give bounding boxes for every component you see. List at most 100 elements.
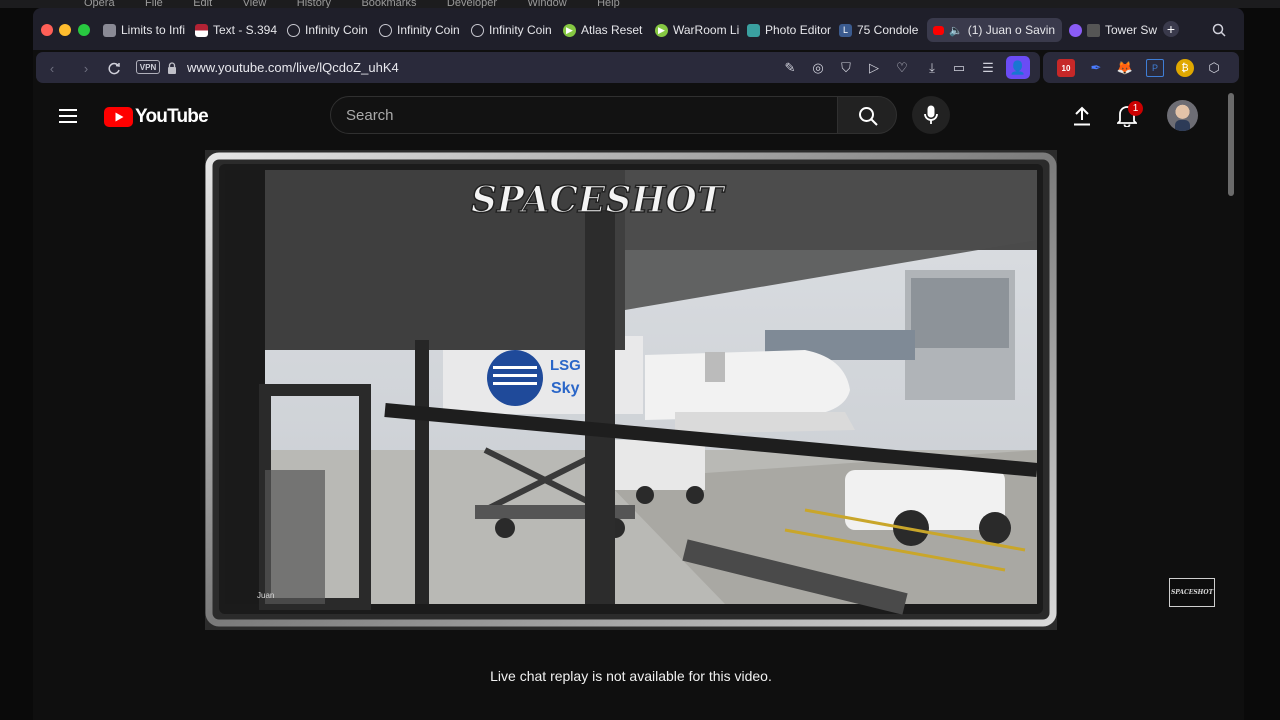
tab-search-icon[interactable] xyxy=(1211,22,1227,38)
speaker-caption: Juan xyxy=(257,591,274,600)
youtube-page: YouTube Search 1 LSG Sky SPACESHOT Juan … xyxy=(33,88,1244,720)
tab-strip: Limits to Infi Text - S.394 Infinity Coi… xyxy=(33,8,1244,50)
picture-extension-icon[interactable]: P xyxy=(1146,59,1164,77)
speaker-icon: 🔈 xyxy=(949,24,963,37)
page-icon xyxy=(103,23,116,37)
back-icon[interactable]: ‹ xyxy=(44,60,60,76)
battery-saver-icon[interactable]: ▭ xyxy=(951,60,967,76)
tab-label: Text - S.394 xyxy=(213,23,278,37)
youtube-header: YouTube Search 1 xyxy=(33,88,1233,144)
tab-text-s394[interactable]: Text - S.394 xyxy=(189,18,279,42)
zoom-window-button[interactable] xyxy=(78,24,90,36)
reload-icon[interactable] xyxy=(106,60,122,76)
user-avatar[interactable] xyxy=(1167,100,1198,131)
browser-window: Limits to Infi Text - S.394 Infinity Coi… xyxy=(33,8,1244,720)
rumble-icon: ▶ xyxy=(563,23,576,37)
tab-warroom[interactable]: ▶ WarRoom Li xyxy=(649,18,741,42)
menu-item-file[interactable]: File xyxy=(145,0,163,8)
notification-count-badge: 1 xyxy=(1128,101,1143,116)
tab-label: Tower Sw xyxy=(1105,23,1158,37)
menu-item-developer[interactable]: Developer xyxy=(447,0,497,8)
tab-infinity-coin-2[interactable]: Infinity Coin xyxy=(373,18,465,42)
search-box[interactable]: Search xyxy=(330,96,838,134)
url-input[interactable]: www.youtube.com/live/lQcdoZ_uhK4 xyxy=(187,60,399,75)
menu-item-app[interactable]: Opera xyxy=(84,0,115,8)
menu-item-bookmarks[interactable]: Bookmarks xyxy=(361,0,416,8)
tab-infinity-coin-1[interactable]: Infinity Coin xyxy=(281,18,373,42)
calendar-extension-icon[interactable]: 10 xyxy=(1057,59,1075,77)
rumble-icon: ▶ xyxy=(655,23,668,37)
menu-item-window[interactable]: Window xyxy=(528,0,567,8)
menu-item-view[interactable]: View xyxy=(243,0,267,8)
microphone-icon xyxy=(922,104,940,126)
globe-icon xyxy=(379,23,392,37)
search-input[interactable]: Search xyxy=(346,107,394,124)
tab-condolences[interactable]: L 75 Condole xyxy=(833,18,925,42)
svg-text:Sky: Sky xyxy=(551,380,580,397)
minimize-window-button[interactable] xyxy=(59,24,71,36)
tab-label: Infinity Coin xyxy=(489,23,552,37)
tab-tower-sw[interactable]: Tower Sw xyxy=(1063,18,1163,42)
menu-item-edit[interactable]: Edit xyxy=(193,0,212,8)
twitch-icon xyxy=(1069,23,1082,37)
menu-item-help[interactable]: Help xyxy=(597,0,620,8)
heart-icon[interactable]: ♡ xyxy=(894,60,910,76)
extensions-bar: 10 ✒ 🦊 P ₿ ⬡ xyxy=(1043,52,1239,83)
address-bar: ‹ › VPN www.youtube.com/live/lQcdoZ_uhK4… xyxy=(36,52,1040,83)
youtube-icon xyxy=(933,25,944,35)
live-chat-replay-message: Live chat replay is not available for th… xyxy=(490,668,772,684)
lock-icon[interactable] xyxy=(165,60,179,76)
tab-photo-editor[interactable]: Photo Editor xyxy=(741,18,833,42)
forward-icon[interactable]: › xyxy=(78,60,94,76)
pen-extension-icon[interactable]: ✒ xyxy=(1087,59,1105,77)
tab-label: 75 Condole xyxy=(857,23,919,37)
tab-label: (1) Juan o Savin xyxy=(967,23,1056,37)
channel-watermark-badge[interactable]: SPACESHOT xyxy=(1169,578,1215,607)
tab-label: WarRoom Li xyxy=(673,23,740,37)
gamepad-icon xyxy=(1087,23,1100,37)
cube-extension-icon[interactable]: ⬡ xyxy=(1205,59,1223,77)
youtube-logo[interactable]: YouTube xyxy=(104,106,209,128)
search-icon xyxy=(858,106,878,126)
page-scrollbar[interactable] xyxy=(1228,93,1234,196)
hamburger-menu-icon[interactable] xyxy=(59,106,77,126)
voice-search-button[interactable] xyxy=(912,96,950,134)
tab-label: Photo Editor xyxy=(765,23,832,37)
menu-item-history[interactable]: History xyxy=(297,0,331,8)
edit-icon[interactable]: ✎ xyxy=(782,60,798,76)
tab-infinity-coin-3[interactable]: Infinity Coin xyxy=(465,18,557,42)
globe-icon xyxy=(471,23,484,37)
video-frame: LSG Sky SPACESHOT Juan xyxy=(205,150,1057,630)
letter-l-icon: L xyxy=(839,23,852,37)
youtube-play-logo-icon xyxy=(104,107,133,127)
tab-limits-to-infinity[interactable]: Limits to Infi xyxy=(97,18,189,42)
youtube-logo-text: YouTube xyxy=(135,106,209,127)
photo-editor-icon xyxy=(747,23,760,37)
bitcoin-icon[interactable]: ₿ xyxy=(1176,59,1194,77)
tab-label: Infinity Coin xyxy=(305,23,368,37)
us-flag-icon xyxy=(195,23,208,37)
download-icon[interactable]: ⤓ xyxy=(924,60,940,76)
search-button[interactable] xyxy=(837,96,897,134)
desktop: Opera File Edit View History Bookmarks D… xyxy=(0,0,1280,720)
new-tab-icon[interactable]: + xyxy=(1163,21,1179,37)
tab-atlas-reset[interactable]: ▶ Atlas Reset xyxy=(557,18,649,42)
send-icon[interactable]: ▷ xyxy=(866,60,882,76)
airline-logo-text: LSG xyxy=(550,357,581,374)
tab-label: Atlas Reset xyxy=(581,23,643,37)
globe-icon xyxy=(287,23,300,37)
tab-label: Infinity Coin xyxy=(397,23,460,37)
upload-icon[interactable] xyxy=(1070,104,1094,128)
snapshot-camera-icon[interactable]: ◎ xyxy=(810,60,826,76)
vpn-badge[interactable]: VPN xyxy=(136,60,160,74)
tab-youtube-active[interactable]: 🔈 (1) Juan o Savin xyxy=(927,18,1062,42)
shield-icon[interactable]: ⛉ xyxy=(838,60,854,76)
spaceshot-watermark: SPACESHOT xyxy=(471,179,726,221)
close-window-button[interactable] xyxy=(41,24,53,36)
profile-icon[interactable]: 👤 xyxy=(1006,56,1030,79)
metamask-fox-icon[interactable]: 🦊 xyxy=(1116,59,1134,77)
os-menubar: Opera File Edit View History Bookmarks D… xyxy=(0,0,1280,8)
video-player[interactable]: LSG Sky SPACESHOT Juan xyxy=(205,150,1057,630)
easy-setup-icon[interactable]: ☰ xyxy=(980,60,996,76)
tab-label: Limits to Infi xyxy=(121,23,186,37)
